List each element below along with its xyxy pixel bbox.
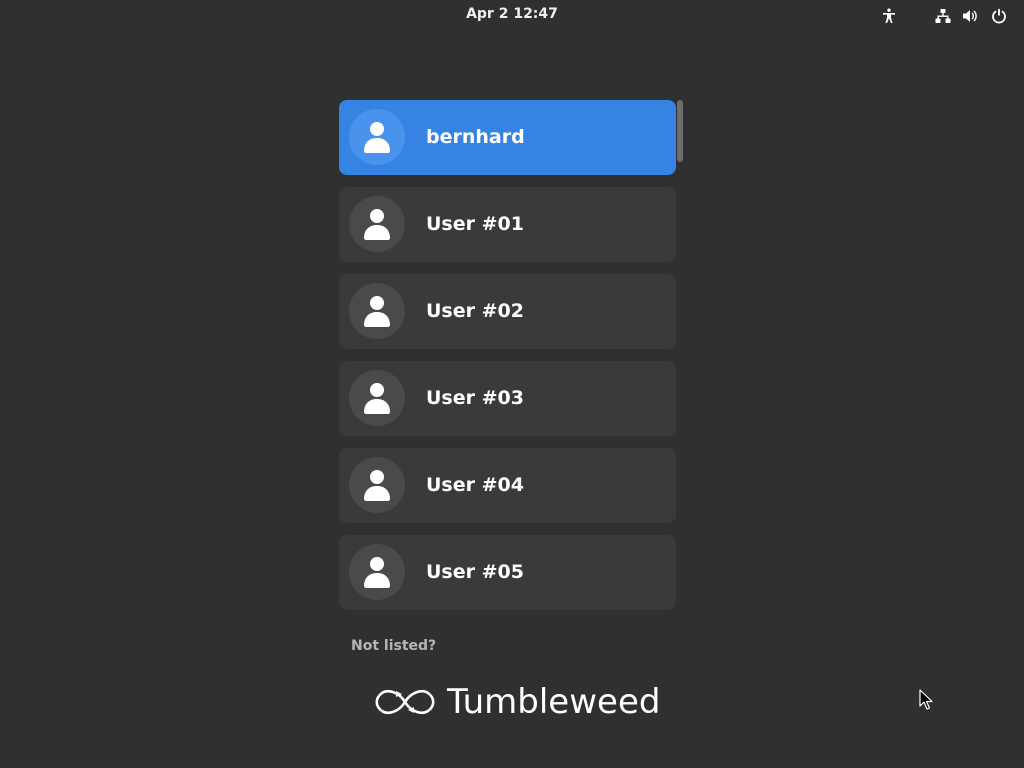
person-icon [364, 557, 390, 588]
person-icon [364, 209, 390, 240]
user-avatar [349, 109, 405, 165]
not-listed-link[interactable]: Not listed? [351, 638, 436, 654]
user-row-03[interactable]: User #03 [339, 361, 676, 436]
mouse-pointer-icon [919, 689, 933, 711]
network-icon[interactable] [933, 6, 953, 26]
brand-name: Tumbleweed [447, 682, 661, 722]
user-avatar [349, 196, 405, 252]
user-name: bernhard [426, 126, 525, 148]
user-avatar [349, 370, 405, 426]
user-name: User #04 [426, 474, 524, 496]
person-icon [364, 470, 390, 501]
user-row-02[interactable]: User #02 [339, 274, 676, 349]
person-icon [364, 383, 390, 414]
user-avatar [349, 544, 405, 600]
user-list-scrollbar[interactable] [677, 100, 683, 162]
top-bar: Apr 2 12:47 [0, 0, 1024, 32]
user-avatar [349, 283, 405, 339]
infinity-arrows-icon [374, 686, 436, 718]
user-row-04[interactable]: User #04 [339, 448, 676, 523]
clock[interactable]: Apr 2 12:47 [0, 6, 1024, 22]
person-icon [364, 122, 390, 153]
user-name: User #05 [426, 561, 524, 583]
power-icon[interactable] [989, 6, 1009, 26]
login-screen: Apr 2 12:47 bernhard User #01 User #02 U… [0, 0, 1024, 768]
accessibility-icon[interactable] [879, 6, 899, 26]
user-name: User #03 [426, 387, 524, 409]
user-row-bernhard[interactable]: bernhard [339, 100, 676, 175]
user-name: User #02 [426, 300, 524, 322]
person-icon [364, 296, 390, 327]
user-row-01[interactable]: User #01 [339, 187, 676, 262]
user-name: User #01 [426, 213, 524, 235]
user-avatar [349, 457, 405, 513]
volume-icon[interactable] [960, 6, 980, 26]
user-row-05[interactable]: User #05 [339, 535, 676, 610]
